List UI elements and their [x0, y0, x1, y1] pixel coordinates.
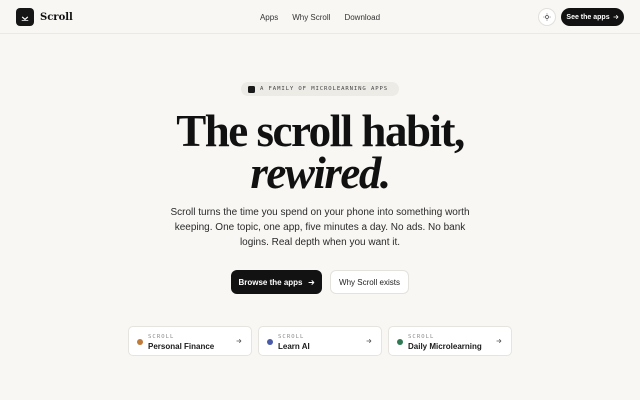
card-title: Personal Finance [148, 342, 215, 351]
card-title: Daily Microlearning [408, 342, 482, 351]
nav-link-apps[interactable]: Apps [260, 13, 278, 22]
card-color-dot [137, 339, 143, 345]
scroll-logo-icon [248, 85, 255, 93]
eyebrow-text: A FAMILY OF MICROLEARNING APPS [260, 86, 389, 92]
why-scroll-exists-label: Why Scroll exists [339, 277, 400, 287]
eyebrow-pill: A FAMILY OF MICROLEARNING APPS [241, 82, 399, 96]
nav-link-download[interactable]: Download [344, 13, 380, 22]
sun-icon [543, 13, 551, 21]
browse-apps-button[interactable]: Browse the apps [231, 270, 322, 294]
arrow-right-icon [366, 339, 372, 343]
card-title: Learn AI [278, 342, 310, 351]
scroll-logo-icon [16, 8, 34, 26]
app-card-daily-microlearning[interactable]: SCROLL Daily Microlearning [388, 326, 512, 356]
card-kicker: SCROLL [278, 334, 305, 340]
why-scroll-exists-button[interactable]: Why Scroll exists [330, 270, 409, 294]
hero-subtitle: Scroll turns the time you spend on your … [170, 207, 470, 248]
card-kicker: SCROLL [148, 334, 175, 340]
app-card-learn-ai[interactable]: SCROLL Learn AI [258, 326, 382, 356]
see-the-apps-button[interactable]: See the apps [561, 8, 624, 26]
browse-apps-label: Browse the apps [238, 277, 303, 287]
nav-link-why-scroll[interactable]: Why Scroll [292, 13, 330, 22]
arrow-right-icon [496, 339, 502, 343]
arrow-right-icon [307, 279, 314, 285]
app-card-personal-finance[interactable]: SCROLL Personal Finance [128, 326, 252, 356]
arrow-right-icon [236, 339, 242, 343]
theme-toggle-button[interactable] [538, 8, 556, 26]
see-the-apps-label: See the apps [566, 13, 610, 21]
card-color-dot [267, 339, 273, 345]
site-header: Scroll Apps Why Scroll Download See the … [0, 0, 640, 34]
arrow-right-icon [612, 15, 618, 19]
brand-name: Scroll [40, 11, 73, 23]
card-kicker: SCROLL [408, 334, 435, 340]
card-color-dot [397, 339, 403, 345]
hero-title-emphasis: rewired. [250, 148, 391, 198]
brand[interactable]: Scroll [16, 8, 73, 26]
